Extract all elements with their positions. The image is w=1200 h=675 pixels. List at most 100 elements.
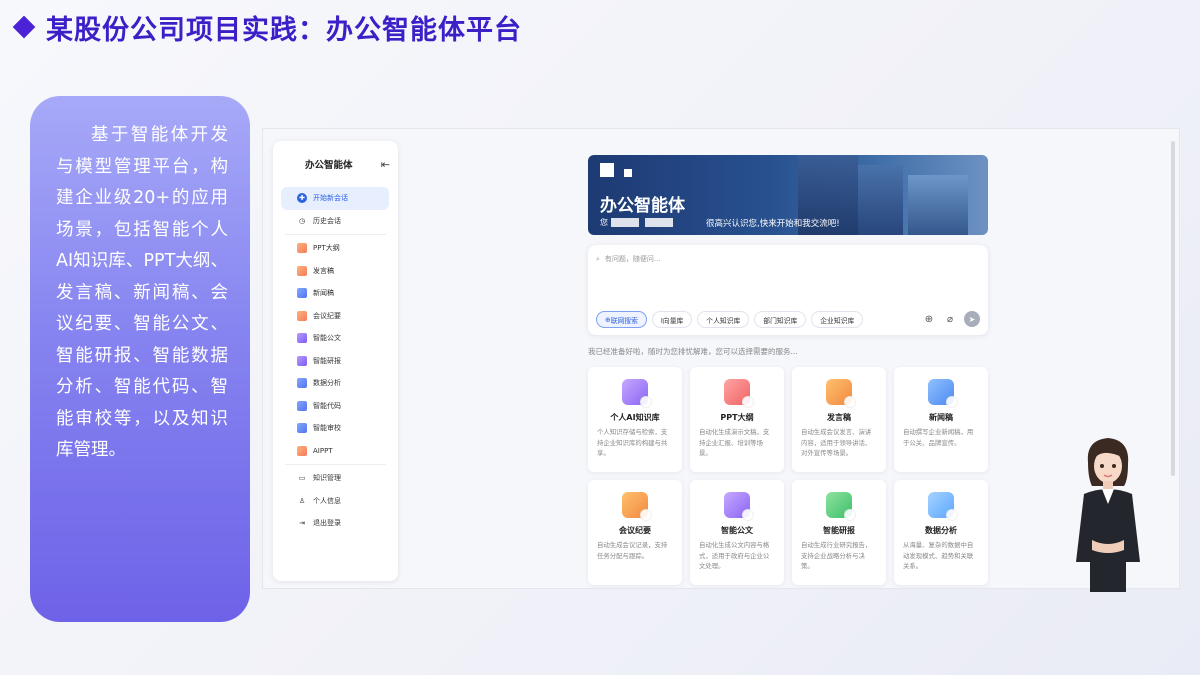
hint-text: 我已经准备好啦，随时为您排忧解难，您可以选择需要的服务... <box>588 347 798 356</box>
knowledge-pill[interactable]: 企业知识库 <box>811 311 864 328</box>
sidebar-menu: ✚ 开始新会话 ◷ 历史会话 PPT大纲 发言稿 新闻稿 会议纪要 智能公文 智能研报 数据分析 智能… <box>273 187 398 535</box>
purple-doc-icon <box>297 355 307 366</box>
card-title: 数据分析 <box>925 526 957 535</box>
banner-user: 您 <box>600 217 676 228</box>
sidebar-item-label: AIPPT <box>313 446 333 455</box>
card-description: 自动撰写企业新闻稿，用于公关、品牌宣传。 <box>903 428 974 447</box>
search-icon: ⌕ <box>596 254 600 263</box>
card-title: 智能公文 <box>721 526 753 535</box>
card-title: 新闻稿 <box>929 413 953 422</box>
redacted-name <box>645 218 673 227</box>
chat-plus-icon: ✚ <box>297 193 307 204</box>
service-card[interactable]: 智能公文自动化生成公文内容与格式，适用于政府与企业公文处理。 <box>690 480 784 585</box>
folder-icon <box>297 288 307 299</box>
sidebar-item[interactable]: PPT大纲 <box>281 237 389 260</box>
folder-icon <box>297 423 307 434</box>
collapse-sidebar-icon[interactable]: ⇤ <box>381 158 390 171</box>
service-icon <box>928 492 958 521</box>
card-description: 自动化生成演示文稿，支持企业汇报、培训等场景。 <box>699 428 770 457</box>
service-card[interactable]: 新闻稿自动撰写企业新闻稿，用于公关、品牌宣传。 <box>894 367 988 472</box>
welcome-banner: 办公智能体 您 很高兴认识您,快来开始和我交流吧! <box>588 155 988 235</box>
web-search-pill[interactable]: ⊕ 联网搜索 <box>596 311 647 328</box>
card-title: PPT大纲 <box>720 413 754 422</box>
attach-icon[interactable]: ⌀ <box>943 312 957 326</box>
sidebar-item-label: 智能研报 <box>313 356 341 365</box>
knowledge-source-pills: ⊕ 联网搜索 I向量库 个人知识库 部门知识库 企业知识库 <box>596 311 864 328</box>
card-description: 自动生成会议发言、演讲内容，适用于领导讲话、对外宣传等场景。 <box>801 428 872 457</box>
card-description: 自动化生成公文内容与格式，适用于政府与企业公文处理。 <box>699 541 770 570</box>
scrollbar[interactable] <box>1171 141 1175 476</box>
sidebar-item[interactable]: 智能审校 <box>281 417 389 440</box>
folder-icon <box>297 400 307 411</box>
description-card: 基于智能体开发与模型管理平台，构建企业级20+的应用场景，包括智能个人AI知识库… <box>30 96 250 622</box>
sidebar-item[interactable]: 数据分析 <box>281 372 389 395</box>
service-icon <box>826 379 856 408</box>
diamond-bullet-icon <box>12 15 36 39</box>
slide-title: 某股份公司项目实践：办公智能体平台 <box>46 14 522 46</box>
service-card[interactable]: 智能研报 自动生成行业研究报告，支持企业战略分析与决策。 <box>792 480 886 585</box>
sidebar-item[interactable]: 智能公文 <box>281 327 389 350</box>
sidebar-item-label: 会议纪要 <box>313 311 341 320</box>
app-window: 办公智能体 ⇤ ✚ 开始新会话 ◷ 历史会话 PPT大纲 发言稿 新闻稿 会议纪要 智能公文 智能… <box>262 128 1180 589</box>
sidebar-item-label: 智能审校 <box>313 424 341 433</box>
pill-label: 联网搜索 <box>610 316 638 325</box>
card-title: 个人AI知识库 <box>610 413 660 422</box>
send-button[interactable]: ➤ <box>964 311 980 327</box>
chat-tools: ⊕ ⌀ ➤ <box>922 311 980 327</box>
sidebar-item-label: 个人信息 <box>313 496 341 505</box>
sidebar-item[interactable]: ◷ 历史会话 <box>281 210 389 233</box>
sidebar-item[interactable]: 智能代码 <box>281 395 389 418</box>
purple-doc-icon <box>297 333 307 344</box>
service-card[interactable]: 数据分析从海量、复杂的数据中自动发现模式、趋势和关联关系。 <box>894 480 988 585</box>
service-icon <box>928 379 958 408</box>
chat-input-row[interactable]: ⌕ 有问题，随便问... <box>596 254 661 264</box>
knowledge-pill[interactable]: I向量库 <box>651 311 693 328</box>
sidebar-item[interactable]: 智能研报 <box>281 350 389 373</box>
file-icon <box>297 310 307 321</box>
service-card[interactable]: 发言稿 自动生成会议发言、演讲内容，适用于领导讲话、对外宣传等场景。 <box>792 367 886 472</box>
pill-label: 企业知识库 <box>820 316 855 325</box>
service-icon <box>724 492 754 521</box>
slide-header: 某股份公司项目实践：办公智能体平台 <box>12 10 522 46</box>
logout-icon: ⇥ <box>299 519 305 528</box>
banner-sub-prefix: 您 <box>600 218 608 227</box>
new-chat-icon[interactable]: ⊕ <box>922 312 936 326</box>
service-card[interactable]: 会议纪要 自动生成会议记录，支持任务分配与跟踪。 <box>588 480 682 585</box>
logo-mark <box>600 163 614 177</box>
sidebar-item[interactable]: ♙ 个人信息 <box>281 490 389 513</box>
building-shape <box>858 165 903 235</box>
sidebar-item[interactable]: 新闻稿 <box>281 282 389 305</box>
service-card[interactable]: PPT大纲自动化生成演示文稿，支持企业汇报、培训等场景。 <box>690 367 784 472</box>
history-icon: ◷ <box>298 216 306 225</box>
logo-mark-small <box>624 169 632 177</box>
building-shape <box>908 175 968 235</box>
sidebar-item[interactable]: ⇥ 退出登录 <box>281 512 389 535</box>
sidebar-item[interactable]: 会议纪要 <box>281 305 389 328</box>
sidebar-item[interactable]: AIPPT <box>281 440 389 463</box>
card-description: 自动生成会议记录，支持任务分配与跟踪。 <box>597 541 668 560</box>
pill-label: I向量库 <box>660 316 684 325</box>
sidebar-item[interactable]: ▭ 知识管理 <box>281 467 389 490</box>
folder-icon <box>297 378 307 389</box>
sidebar-item-label: 历史会话 <box>313 216 341 225</box>
knowledge-pill[interactable]: 个人知识库 <box>697 311 750 328</box>
chat-input-box[interactable]: ⌕ 有问题，随便问... ⊕ 联网搜索 I向量库 个人知识库 部门知识库 企业知识库 ⊕… <box>588 245 988 335</box>
service-cards: 个人AI知识库 个人知识存储与检索，支持企业知识库的构建与共享。 PPT大纲 自动化生… <box>588 367 988 585</box>
service-icon <box>622 379 652 408</box>
service-card[interactable]: 个人AI知识库个人知识存储与检索，支持企业知识库的构建与共享。 <box>588 367 682 472</box>
card-description: 个人知识存储与检索，支持企业知识库的构建与共享。 <box>597 428 668 457</box>
chat-input[interactable]: 有问题，随便问... <box>605 254 661 264</box>
file-icon <box>297 265 307 276</box>
sidebar-header: 办公智能体 ⇤ <box>273 141 398 187</box>
banner-greeting: 很高兴认识您,快来开始和我交流吧! <box>706 219 840 229</box>
assistant-avatar <box>1076 438 1140 592</box>
service-icon <box>622 492 652 521</box>
pill-label: 部门知识库 <box>763 316 798 325</box>
sidebar-item[interactable]: ✚ 开始新会话 <box>281 187 389 210</box>
sidebar-item[interactable]: 发言稿 <box>281 260 389 283</box>
knowledge-pill[interactable]: 部门知识库 <box>754 311 807 328</box>
card-description: 从海量、复杂的数据中自动发现模式、趋势和关联关系。 <box>903 541 974 570</box>
card-description: 自动生成行业研究报告，支持企业战略分析与决策。 <box>801 541 872 570</box>
redacted-name <box>611 218 639 227</box>
sidebar: 办公智能体 ⇤ ✚ 开始新会话 ◷ 历史会话 PPT大纲 发言稿 新闻稿会议纪要智能公文智能… <box>273 141 398 581</box>
